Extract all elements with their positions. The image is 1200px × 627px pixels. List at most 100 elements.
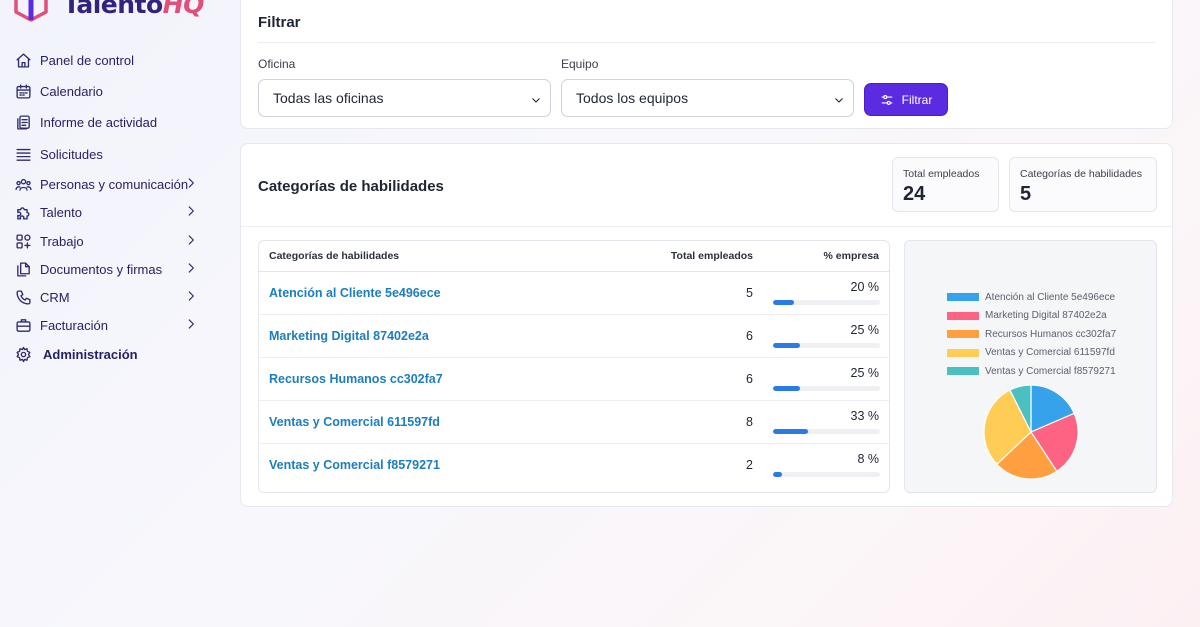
table-row: Atención al Cliente 5e496ece 5 20 %: [259, 272, 889, 315]
grid-icon: [14, 232, 32, 250]
team-label: Equipo: [561, 57, 599, 71]
sidebar-item-label: Informe de actividad: [40, 114, 158, 130]
sidebar-item-label: Panel de control: [40, 52, 134, 68]
percent-label: 33 %: [850, 409, 880, 423]
chevron-right-icon: [184, 289, 198, 303]
category-link[interactable]: Recursos Humanos cc302fa7: [269, 372, 443, 386]
office-select[interactable]: Todas las oficinas: [258, 79, 551, 117]
sidebar-item-solicitudes[interactable]: Solicitudes: [14, 141, 204, 167]
team-select[interactable]: Todos los equipos: [561, 79, 854, 117]
employee-count: 8: [746, 415, 753, 429]
sidebar-item-documentos-y-firmas[interactable]: Documentos y firmas: [14, 256, 204, 282]
sidebar-item-administracion[interactable]: Administración: [14, 341, 204, 367]
briefcase-icon: [14, 316, 32, 334]
category-link[interactable]: Ventas y Comercial f8579271: [269, 458, 440, 472]
brand-logo[interactable]: TalentoHQ: [13, 0, 204, 22]
percent-bar: [773, 300, 880, 305]
employee-count: 6: [746, 329, 753, 343]
pie-chart-panel: Atención al Cliente 5e496ece Marketing Di…: [904, 240, 1157, 493]
sidebar-item-crm[interactable]: CRM: [14, 284, 204, 310]
table-row: Marketing Digital 87402e2a 6 25 %: [259, 315, 889, 358]
legend-item[interactable]: Marketing Digital 87402e2a: [947, 307, 1147, 326]
legend-label: Ventas y Comercial f8579271: [985, 365, 1116, 377]
employee-count: 6: [746, 372, 753, 386]
sidebar-item-personas-y-comunicacion[interactable]: Personas y comunicación: [14, 171, 204, 197]
sidebar-item-calendario[interactable]: Calendario: [14, 78, 204, 104]
category-link[interactable]: Atención al Cliente 5e496ece: [269, 286, 441, 300]
percent-bar: [773, 343, 880, 348]
team-select-value: Todos los equipos: [576, 90, 689, 106]
legend-swatch: [947, 367, 979, 376]
percent-bar-fill: [773, 386, 800, 391]
skills-title: Categorías de habilidades: [258, 178, 444, 195]
category-link[interactable]: Ventas y Comercial 611597fd: [269, 415, 440, 429]
chevron-right-icon: [184, 176, 198, 190]
home-icon: [14, 51, 32, 69]
sidebar-item-label: CRM: [40, 289, 70, 305]
filter-card: Filtrar Oficina Todas las oficinas Equip…: [240, 0, 1173, 129]
divider: [258, 42, 1155, 43]
legend-item[interactable]: Ventas y Comercial 611597fd: [947, 344, 1147, 363]
office-label: Oficina: [258, 57, 296, 71]
gear-icon: [14, 345, 32, 363]
legend-item[interactable]: Atención al Cliente 5e496ece: [947, 288, 1147, 307]
chevron-right-icon: [184, 233, 198, 247]
sidebar-item-label: Personas y comunicación: [40, 176, 189, 192]
filter-button[interactable]: Filtrar: [864, 83, 948, 116]
percent-bar-fill: [773, 429, 809, 434]
filter-button-label: Filtrar: [901, 92, 933, 107]
chevron-right-icon: [184, 317, 198, 331]
documents-icon: [14, 260, 32, 278]
legend-swatch: [947, 293, 979, 302]
stat-label: Total empleados: [903, 168, 980, 180]
percent-bar-fill: [773, 300, 795, 305]
list-icon: [14, 145, 32, 163]
chevron-down-icon: [833, 93, 845, 105]
column-header-total: Total empleados: [670, 250, 753, 262]
legend-item[interactable]: Ventas y Comercial f8579271: [947, 362, 1147, 381]
percent-label: 8 %: [857, 452, 879, 466]
legend-swatch: [947, 330, 979, 339]
brand-name: TalentoHQ: [63, 0, 204, 19]
legend-swatch: [947, 311, 979, 320]
sidebar-item-informe-de-actividad[interactable]: Informe de actividad: [14, 109, 204, 135]
percent-label: 20 %: [850, 280, 880, 294]
sidebar-item-label: Facturación: [40, 317, 108, 333]
legend-item[interactable]: Recursos Humanos cc302fa7: [947, 325, 1147, 344]
sidebar-item-panel-de-control[interactable]: Panel de control: [14, 47, 204, 73]
sidebar: TalentoHQ Panel de control Calendario In…: [0, 0, 222, 627]
office-select-value: Todas las oficinas: [273, 90, 384, 106]
legend-swatch: [947, 348, 979, 357]
stat-value: 24: [903, 183, 926, 205]
category-link[interactable]: Marketing Digital 87402e2a: [269, 329, 429, 343]
sliders-icon: [881, 94, 892, 105]
sidebar-item-label: Calendario: [40, 83, 103, 99]
percent-label: 25 %: [850, 323, 880, 337]
logo-mark-icon: [14, 0, 48, 22]
stat-skill-categories: Categorías de habilidades 5: [1009, 157, 1157, 212]
percent-bar-fill: [773, 472, 782, 477]
stat-value: 5: [1020, 183, 1032, 205]
legend-label: Marketing Digital 87402e2a: [985, 310, 1107, 322]
sidebar-item-label: Documentos y firmas: [40, 261, 163, 277]
people-icon: [14, 175, 32, 193]
calendar-icon: [14, 82, 32, 100]
legend-label: Atención al Cliente 5e496ece: [985, 291, 1116, 303]
pie-chart: [983, 384, 1079, 480]
column-header-category: Categorías de habilidades: [269, 250, 400, 262]
sidebar-item-facturacion[interactable]: Facturación: [14, 312, 204, 338]
sidebar-item-trabajo[interactable]: Trabajo: [14, 228, 204, 254]
employee-count: 2: [746, 458, 753, 472]
puzzle-icon: [14, 203, 32, 221]
percent-bar: [773, 429, 880, 434]
sidebar-item-label: Solicitudes: [40, 146, 103, 162]
skills-card: Categorías de habilidades Total empleado…: [240, 143, 1173, 507]
chart-legend: Atención al Cliente 5e496ece Marketing Di…: [947, 288, 1147, 381]
sidebar-item-label: Talento: [40, 204, 82, 220]
chevron-down-icon: [530, 93, 542, 105]
chevron-right-icon: [184, 204, 198, 218]
sidebar-item-talento[interactable]: Talento: [14, 199, 204, 225]
sidebar-item-label: Trabajo: [40, 233, 84, 249]
column-header-percent: % empresa: [823, 250, 879, 262]
skills-table: Categorías de habilidades Total empleado…: [258, 240, 890, 493]
